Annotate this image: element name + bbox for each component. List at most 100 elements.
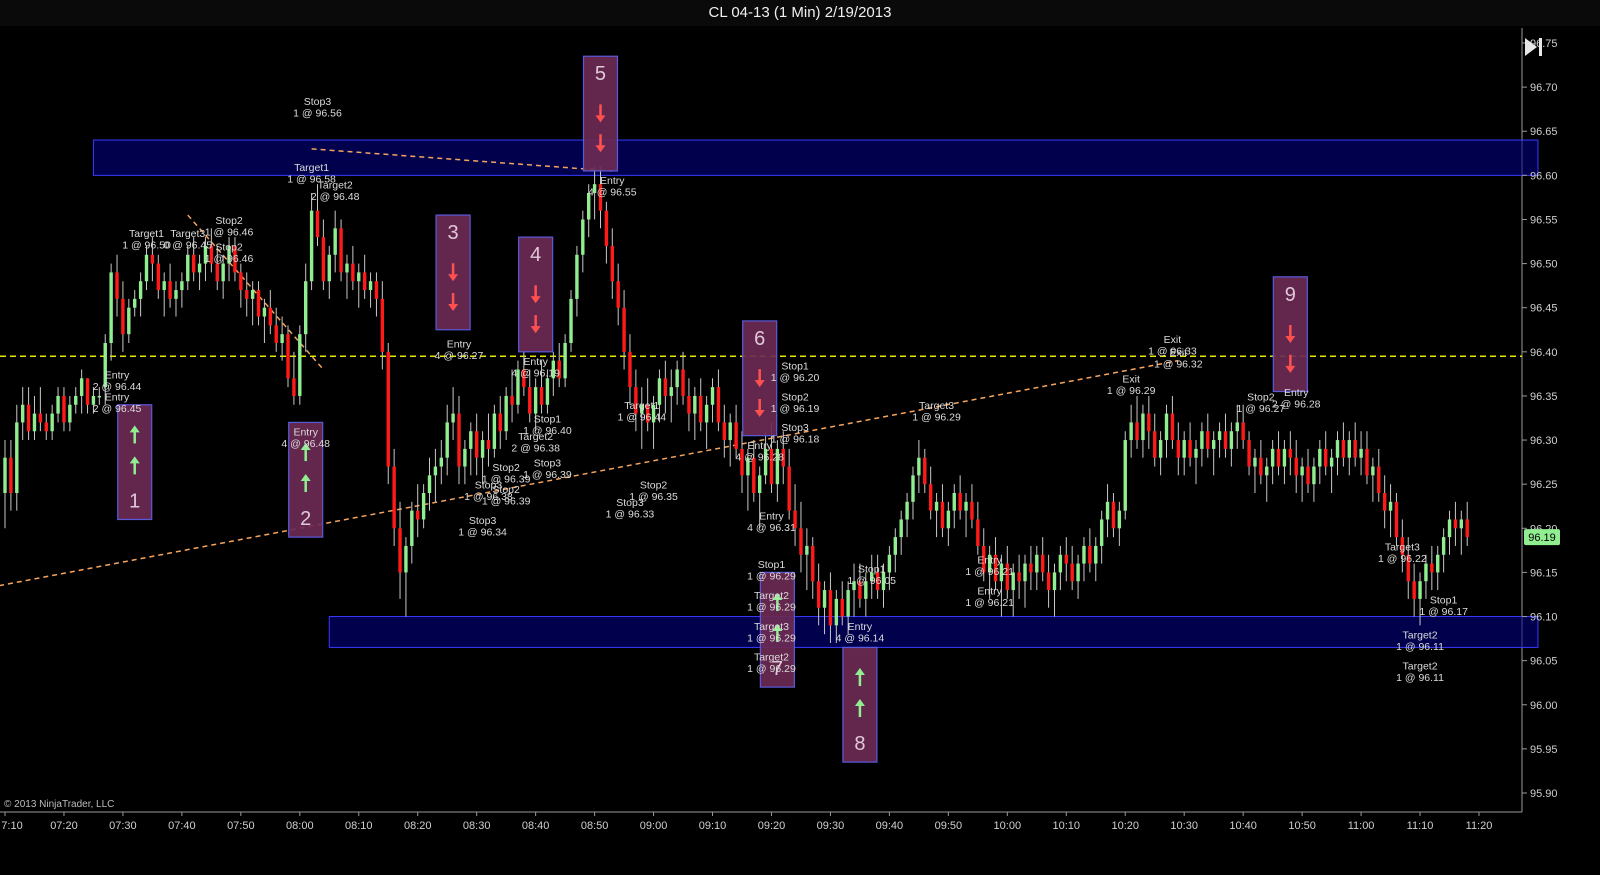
candle-body xyxy=(1147,413,1151,432)
candle-body xyxy=(26,404,31,432)
order-annotation: 1 @ 96.29 xyxy=(747,632,796,644)
order-annotation: Stop3 xyxy=(304,96,332,108)
candle-body xyxy=(1447,519,1452,538)
candle-body xyxy=(15,422,19,493)
candle-body xyxy=(669,387,673,396)
order-annotation: 2 @ 96.48 xyxy=(311,191,360,203)
candle-body xyxy=(958,493,962,511)
candle-body xyxy=(1382,493,1387,511)
candle-body xyxy=(486,440,491,449)
candle-body xyxy=(174,290,178,299)
setup-number: 6 xyxy=(754,328,765,350)
time-tick-label: 07:20 xyxy=(50,820,78,832)
price-chart[interactable]: 123456789Stop31 @ 96.56Target11 @ 96.58T… xyxy=(0,0,1600,875)
candle-body xyxy=(1394,501,1399,538)
candle-body xyxy=(315,210,320,238)
candle-body xyxy=(262,307,267,317)
order-annotation: Stop2 xyxy=(215,215,243,227)
candle-body xyxy=(923,457,927,485)
candle-body xyxy=(292,378,296,396)
order-annotation: 4 @ 96.27 xyxy=(435,350,484,362)
candle-body xyxy=(1465,519,1469,538)
price-tick-label: 95.95 xyxy=(1530,744,1558,756)
candle-body xyxy=(533,387,538,414)
candle-body xyxy=(1200,431,1204,449)
candle-body xyxy=(1459,519,1464,529)
candle-body xyxy=(1040,554,1045,573)
setup-number: 8 xyxy=(854,733,865,755)
order-annotation: Entry xyxy=(105,369,130,381)
order-annotation: Exit xyxy=(1170,347,1188,359)
candle-body xyxy=(298,334,302,396)
order-annotation: 1 @ 96.20 xyxy=(771,372,820,384)
candle-body xyxy=(333,228,337,255)
skip-to-end-icon[interactable] xyxy=(1520,34,1546,60)
candle-body xyxy=(168,281,172,299)
candle-body xyxy=(1365,448,1369,476)
candle-body xyxy=(681,369,685,396)
candle-body xyxy=(1105,501,1110,520)
candle-body xyxy=(1329,457,1334,467)
candle-body xyxy=(728,422,732,441)
candle-body xyxy=(1023,563,1027,582)
order-annotation: 1 @ 96.39 xyxy=(482,496,531,508)
candle-body xyxy=(457,413,461,467)
candle-body xyxy=(1306,466,1310,485)
candle-body xyxy=(1282,448,1287,467)
candle-body xyxy=(1441,537,1446,555)
candle-body xyxy=(893,537,897,555)
candle-body xyxy=(1436,554,1440,573)
candle-body xyxy=(439,457,444,467)
price-tick-label: 96.00 xyxy=(1530,700,1558,712)
candle-body xyxy=(1259,457,1263,476)
candle-body xyxy=(1029,563,1033,573)
order-annotation: 1 @ 96.21 xyxy=(965,566,1014,578)
order-annotation: Entry xyxy=(848,621,873,633)
candle-body xyxy=(345,263,349,273)
candle-body xyxy=(180,281,184,291)
candle-body xyxy=(834,598,839,626)
support-resistance-zone xyxy=(328,616,1539,648)
candle-body xyxy=(699,395,703,423)
candle-body xyxy=(191,254,196,273)
candle-body xyxy=(197,263,202,273)
order-annotation: 1 @ 96.18 xyxy=(771,434,820,446)
candle-body xyxy=(604,210,609,246)
order-annotation: 1 @ 96.21 xyxy=(965,597,1014,609)
candle-body xyxy=(1223,431,1228,449)
candle-body xyxy=(1088,545,1092,564)
candle-body xyxy=(1347,440,1351,458)
candle-body xyxy=(351,263,355,282)
candle-body xyxy=(280,334,284,343)
time-tick-label: 08:10 xyxy=(345,820,373,832)
order-annotation: 2 @ 96.45 xyxy=(93,403,142,415)
candle-body xyxy=(1217,431,1222,441)
candle-body xyxy=(144,254,149,282)
candle-body xyxy=(215,263,219,282)
candle-body xyxy=(1412,581,1416,599)
candle-body xyxy=(1430,563,1434,573)
candle-body xyxy=(433,466,438,476)
candle-body xyxy=(976,519,980,546)
order-annotation: Target2 xyxy=(518,431,553,443)
candle-body xyxy=(504,395,508,432)
candle-body xyxy=(339,228,343,273)
candle-body xyxy=(427,475,432,493)
price-tick-label: 96.05 xyxy=(1530,656,1558,668)
order-annotation: Entry xyxy=(1284,387,1309,399)
order-annotation: Stop3 xyxy=(781,422,809,434)
candle-body xyxy=(138,281,143,299)
order-annotation: 4 @ 96.19 xyxy=(511,368,560,380)
order-annotation: 1 @ 96.29 xyxy=(747,571,796,583)
time-tick-label: 10:00 xyxy=(994,820,1022,832)
order-annotation: 1 @ 96.46 xyxy=(205,253,254,265)
order-annotation: Target2 xyxy=(1403,660,1438,672)
order-annotation: Entry xyxy=(977,555,1002,567)
order-annotation: Entry xyxy=(977,585,1002,597)
time-tick-label: 7:10 xyxy=(1,820,22,832)
candle-body xyxy=(952,493,956,511)
candle-body xyxy=(97,395,102,398)
candle-body xyxy=(799,528,803,555)
candle-body xyxy=(1371,466,1375,476)
candle-body xyxy=(1123,440,1127,511)
